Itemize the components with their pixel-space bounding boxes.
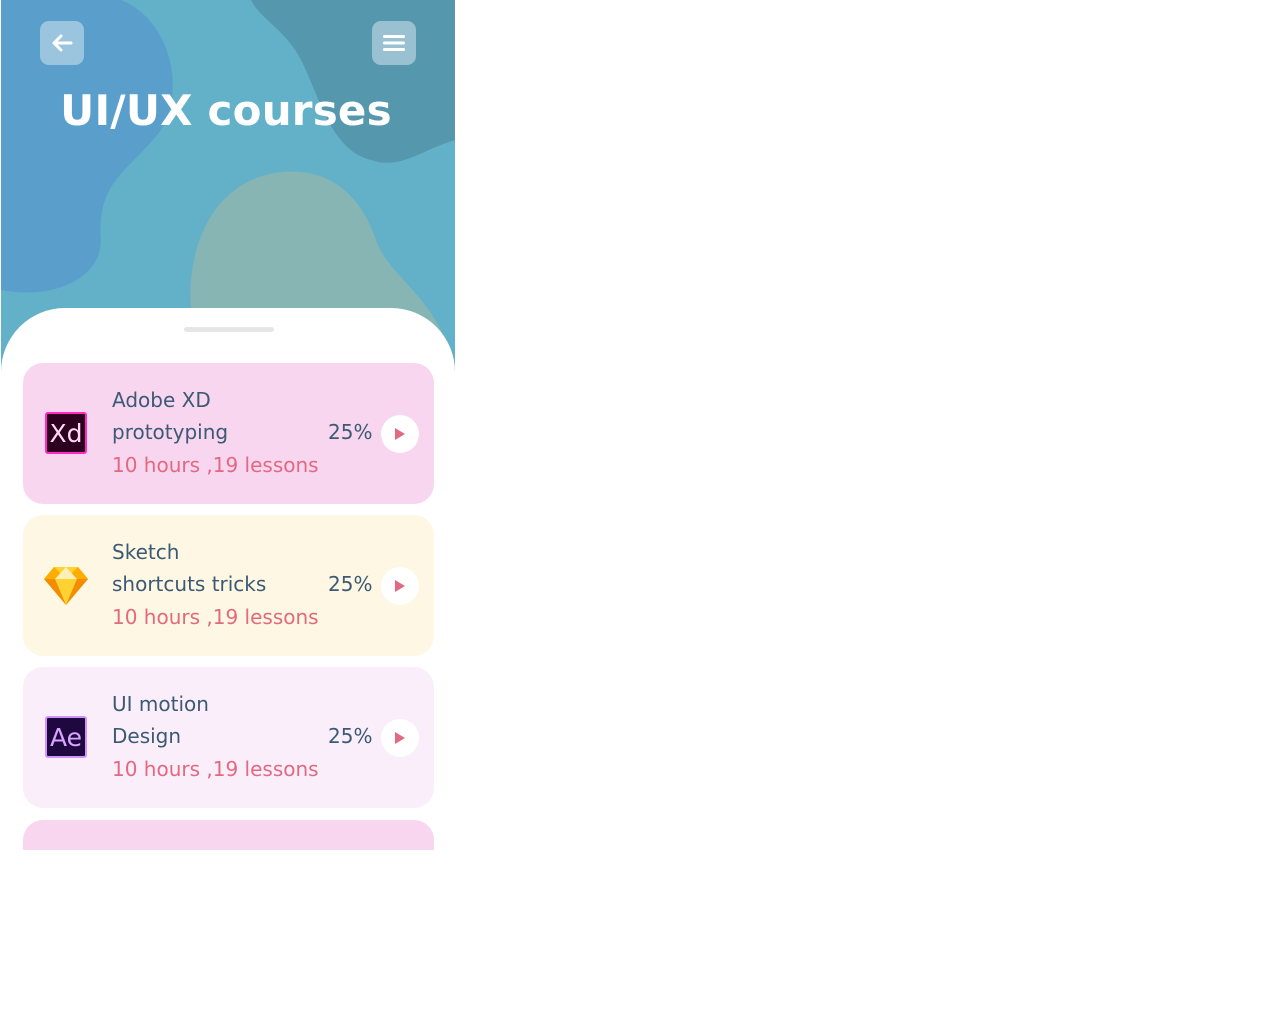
course-meta: 10 hours ,19 lessons	[112, 757, 319, 781]
sheet-drag-handle[interactable]	[184, 327, 274, 332]
course-title-line1: Sketch	[112, 540, 180, 564]
course-title-line2: prototyping	[112, 420, 229, 444]
course-title-line2: shortcuts tricks	[112, 572, 267, 596]
after-effects-icon: Ae	[43, 714, 89, 760]
course-progress: 25%	[328, 724, 373, 748]
adobe-xd-logo-text: Xd	[49, 418, 83, 448]
course-card-adobe-xd[interactable]: Xd Adobe XD prototyping 10 hours ,19 les…	[23, 363, 434, 504]
page-title: UI/UX courses	[60, 86, 392, 135]
hamburger-menu-icon	[383, 35, 405, 51]
play-button[interactable]	[381, 415, 419, 453]
course-card-partial[interactable]	[23, 820, 434, 850]
course-title-line1: UI motion	[112, 692, 209, 716]
course-progress: 25%	[328, 572, 373, 596]
play-icon	[395, 580, 405, 592]
course-meta: 10 hours ,19 lessons	[112, 453, 319, 477]
course-card-ui-motion[interactable]: Ae UI motion Design 10 hours ,19 lessons…	[23, 667, 434, 808]
course-meta: 10 hours ,19 lessons	[112, 605, 319, 629]
course-card-sketch[interactable]: Sketch shortcuts tricks 10 hours ,19 les…	[23, 515, 434, 656]
course-title-line2: Design	[112, 724, 182, 748]
menu-button[interactable]	[372, 21, 416, 65]
play-icon	[395, 428, 405, 440]
back-button[interactable]	[40, 21, 84, 65]
course-list-sheet[interactable]: Xd Adobe XD prototyping 10 hours ,19 les…	[1, 308, 455, 850]
arrow-left-icon	[52, 34, 73, 52]
after-effects-logo-text: Ae	[49, 722, 83, 752]
adobe-xd-icon: Xd	[43, 410, 89, 456]
sketch-diamond-icon	[43, 562, 89, 608]
play-button[interactable]	[381, 719, 419, 757]
course-title-line1: Adobe XD	[112, 388, 211, 412]
course-progress: 25%	[328, 420, 373, 444]
play-icon	[395, 732, 405, 744]
phone-screen: UI/UX courses Xd Adobe XD prototyping 10…	[1, 0, 455, 850]
play-button[interactable]	[381, 567, 419, 605]
